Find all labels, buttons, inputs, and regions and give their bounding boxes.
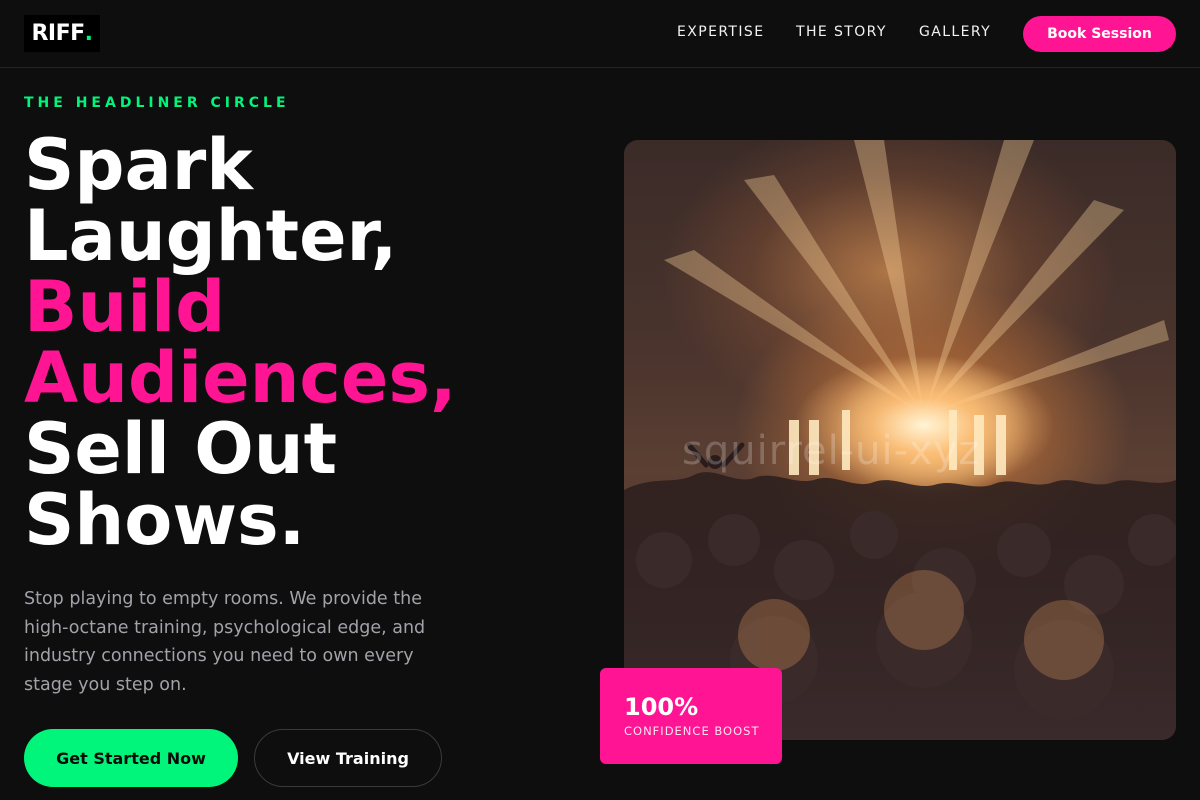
view-training-button[interactable]: View Training xyxy=(254,729,442,787)
hero-description: Stop playing to empty rooms. We provide … xyxy=(24,589,426,695)
logo-text: RIFF xyxy=(31,21,85,46)
top-nav: RIFF. EXPERTISE THE STORY GALLERY Book S… xyxy=(0,0,1200,68)
headline-line-3: Build xyxy=(24,266,226,348)
confidence-stat-card: 100% CONFIDENCE BOOST xyxy=(600,668,782,764)
concert-crowd-image: squirrel-ui-xyz xyxy=(624,140,1176,740)
nav-link-gallery[interactable]: GALLERY xyxy=(919,24,991,40)
book-session-button[interactable]: Book Session xyxy=(1023,16,1176,52)
logo-dot: . xyxy=(84,21,93,46)
stat-value: 100% xyxy=(624,693,699,721)
headline-line-1: Spark xyxy=(24,124,253,206)
image-watermark: squirrel-ui-xyz xyxy=(682,428,981,474)
nav-link-expertise[interactable]: EXPERTISE xyxy=(677,24,764,40)
brand-logo[interactable]: RIFF. xyxy=(24,15,100,52)
get-started-button[interactable]: Get Started Now xyxy=(24,729,238,787)
headline-line-4: Audiences, xyxy=(24,337,457,419)
stat-label: CONFIDENCE BOOST xyxy=(624,724,760,738)
headline-line-2: Laughter, xyxy=(24,195,398,277)
hero-eyebrow: THE HEADLINER CIRCLE xyxy=(24,95,290,111)
nav-link-the-story[interactable]: THE STORY xyxy=(796,24,887,40)
headline-line-5: Sell Out xyxy=(24,408,338,490)
hero-headline: Spark Laughter, Build Audiences, Sell Ou… xyxy=(24,130,544,556)
headline-line-6: Shows. xyxy=(24,479,306,561)
